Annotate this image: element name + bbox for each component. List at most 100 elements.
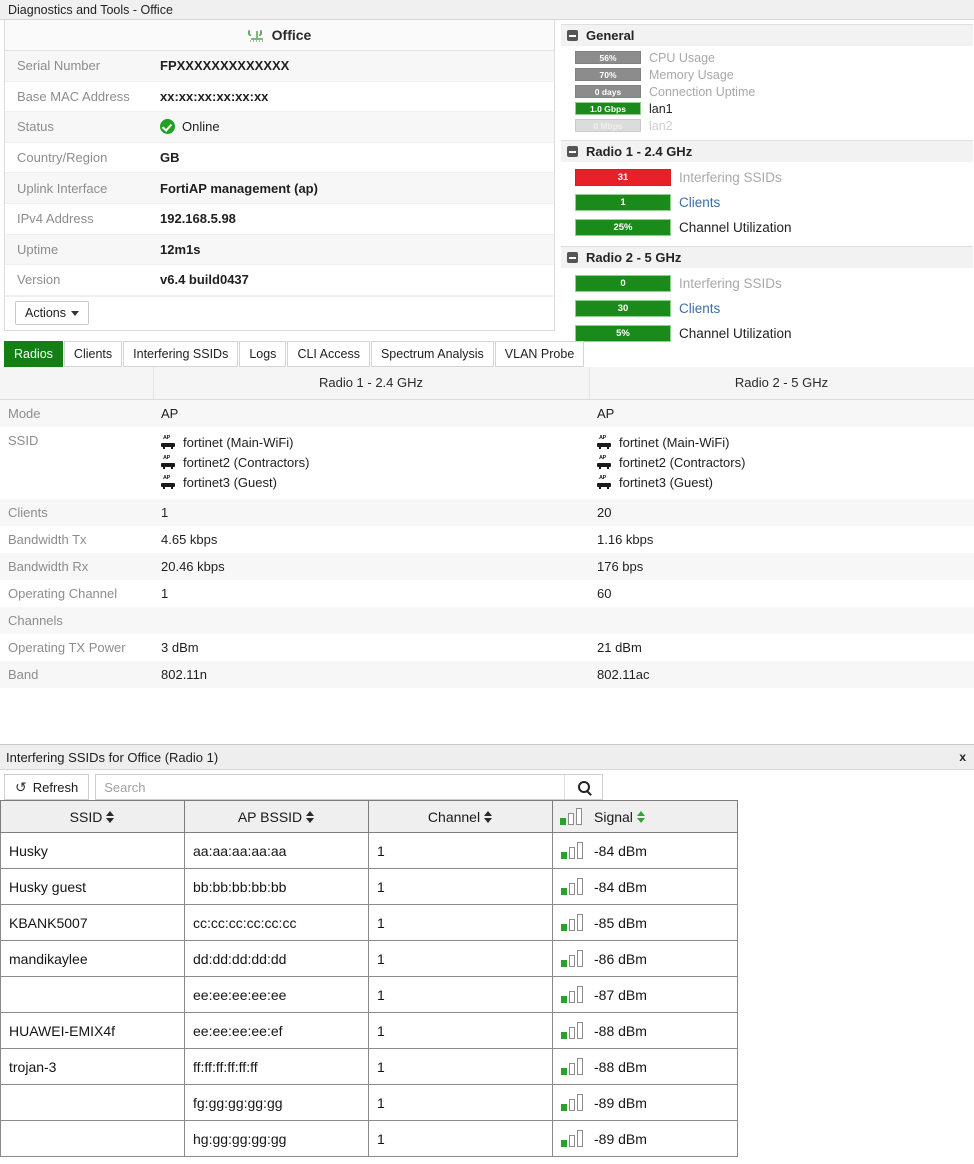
gauge-label: lan1 (649, 102, 673, 116)
cell-channel: 1 (369, 1121, 553, 1157)
gauge-bar: 70% (575, 68, 641, 81)
radios-table-header-row: Radio 1 - 2.4 GHz Radio 2 - 5 GHz (0, 367, 974, 399)
table-row[interactable]: Husky guestbb:bb:bb:bb:bb1-84 dBm (1, 869, 738, 905)
collapse-minus-icon[interactable] (567, 252, 578, 263)
tab-spectrum-analysis[interactable]: Spectrum Analysis (371, 341, 494, 367)
ap-ssid-icon: AP (597, 456, 611, 469)
signal-value: -84 dBm (594, 843, 647, 859)
chevron-down-icon (71, 311, 79, 316)
gauge-bar: 0 days (575, 85, 641, 98)
gauge-bar: 56% (575, 51, 641, 64)
tab-cli-access[interactable]: CLI Access (287, 341, 370, 367)
search-box[interactable] (95, 774, 603, 800)
cell-bssid: cc:cc:cc:cc:cc:cc (185, 905, 369, 941)
sort-arrow-icon[interactable] (106, 811, 115, 823)
device-info-row: Uptime12m1s (5, 235, 554, 266)
gauge-label: Interfering SSIDs (679, 170, 782, 185)
gauge-list: 31Interfering SSIDs1Clients25%Channel Ut… (561, 162, 973, 246)
gauge-row: 70%Memory Usage (575, 67, 973, 82)
signal-value: -88 dBm (594, 1023, 647, 1039)
gauge-bar: 0 (575, 275, 671, 292)
cell-bssid: hg:gg:gg:gg:gg (185, 1121, 369, 1157)
tab-vlan-probe[interactable]: VLAN Probe (495, 341, 584, 367)
signal-value: -88 dBm (594, 1059, 647, 1075)
ssid-entry: APfortinet2 (Contractors) (597, 453, 974, 473)
device-info-label: Version (5, 272, 160, 287)
close-icon[interactable]: x (959, 750, 966, 764)
gauge-list: 56%CPU Usage70%Memory Usage0 daysConnect… (561, 46, 973, 140)
radios-row-value-1: 802.11n (153, 661, 589, 688)
radios-header-radio2: Radio 2 - 5 GHz (589, 367, 974, 399)
interfering-ssids-section: Interfering SSIDs for Office (Radio 1) x… (0, 744, 974, 1157)
collapse-minus-icon[interactable] (567, 146, 578, 157)
tab-radios[interactable]: Radios (4, 341, 63, 367)
table-row[interactable]: KBANK5007cc:cc:cc:cc:cc:cc1-85 dBm (1, 905, 738, 941)
ssid-name: fortinet (Main-WiFi) (183, 433, 294, 453)
radios-row-label: Operating Channel (0, 580, 153, 607)
ap-ssid-icon: AP (161, 456, 175, 469)
table-row[interactable]: HUAWEI-EMIX4fee:ee:ee:ee:ef1-88 dBm (1, 1013, 738, 1049)
ap-ssid-icon: AP (161, 476, 175, 489)
table-row[interactable]: mandikayleedd:dd:dd:dd:dd1-86 dBm (1, 941, 738, 977)
cell-signal: -89 dBm (553, 1121, 738, 1157)
device-info-label: Base MAC Address (5, 89, 160, 104)
gauge-panel-header[interactable]: General (561, 24, 973, 46)
gauge-panel-header[interactable]: Radio 1 - 2.4 GHz (561, 140, 973, 162)
sort-arrow-icon[interactable] (484, 811, 493, 823)
refresh-icon: ↻ (15, 779, 27, 796)
tab-clients[interactable]: Clients (64, 341, 122, 367)
sort-arrow-icon[interactable] (306, 811, 315, 823)
cell-ssid (1, 1121, 185, 1157)
collapse-minus-icon[interactable] (567, 30, 578, 41)
search-button[interactable] (564, 775, 602, 799)
radios-header-radio1: Radio 1 - 2.4 GHz (153, 367, 589, 399)
radios-row-label: Bandwidth Rx (0, 553, 153, 580)
device-info-value-text: v6.4 build0437 (160, 272, 249, 287)
tab-interfering-ssids[interactable]: Interfering SSIDs (123, 341, 238, 367)
gauge-row: 5%Channel Utilization (575, 322, 973, 344)
radios-comparison-table: Radio 1 - 2.4 GHz Radio 2 - 5 GHz Mode AP… (0, 367, 974, 688)
radios-header-blank (0, 367, 153, 399)
radios-row-value-1: 20.46 kbps (153, 553, 589, 580)
signal-value: -86 dBm (594, 951, 647, 967)
gauge-bar: 30 (575, 300, 671, 317)
cell-ssid (1, 1085, 185, 1121)
tab-logs[interactable]: Logs (239, 341, 286, 367)
sort-arrow-icon[interactable] (637, 811, 646, 823)
table-row[interactable]: Huskyaa:aa:aa:aa:aa1-84 dBm (1, 833, 738, 869)
access-point-icon (248, 28, 266, 43)
interfering-column-ap-bssid[interactable]: AP BSSID (185, 801, 369, 833)
actions-button[interactable]: Actions (15, 301, 89, 325)
table-row[interactable]: hg:gg:gg:gg:gg1-89 dBm (1, 1121, 738, 1157)
gauge-row: 1Clients (575, 191, 973, 213)
device-info-row: Base MAC Addressxx:xx:xx:xx:xx:xx (5, 82, 554, 113)
radios-row-value-2: 1.16 kbps (589, 526, 974, 553)
search-input[interactable] (96, 775, 564, 799)
interfering-column-channel[interactable]: Channel (369, 801, 553, 833)
column-header-label: SSID (70, 809, 103, 825)
cell-signal: -87 dBm (553, 977, 738, 1013)
interfering-ssids-table: SSID AP BSSID Channel Signal Huskyaa:aa:aa:… (0, 800, 738, 1157)
table-row[interactable]: fg:gg:gg:gg:gg1-89 dBm (1, 1085, 738, 1121)
ap-ssid-icon: AP (597, 476, 611, 489)
interfering-column-signal[interactable]: Signal (553, 801, 738, 833)
gauge-panel-header[interactable]: Radio 2 - 5 GHz (561, 246, 973, 268)
radios-row-label: Mode (0, 399, 153, 427)
gauge-row: 1.0 Gbpslan1 (575, 101, 973, 116)
cell-bssid: dd:dd:dd:dd:dd (185, 941, 369, 977)
radios-table-row: Operating Channel160 (0, 580, 974, 607)
refresh-button[interactable]: ↻ Refresh (4, 774, 89, 800)
column-header-label: Channel (428, 809, 480, 825)
device-info-label: Uptime (5, 242, 160, 257)
radios-table-row: Bandwidth Rx20.46 kbps176 bps (0, 553, 974, 580)
device-info-rows: Serial NumberFPXXXXXXXXXXXXXBase MAC Add… (5, 51, 554, 296)
interfering-column-ssid[interactable]: SSID (1, 801, 185, 833)
radios-row-label: Clients (0, 499, 153, 526)
table-row[interactable]: trojan-3ff:ff:ff:ff:ff:ff1-88 dBm (1, 1049, 738, 1085)
signal-value: -89 dBm (594, 1095, 647, 1111)
table-row[interactable]: ee:ee:ee:ee:ee1-87 dBm (1, 977, 738, 1013)
actions-button-label: Actions (25, 306, 66, 320)
device-info-value-text: 12m1s (160, 242, 200, 257)
ssid-entry: APfortinet3 (Guest) (597, 473, 974, 493)
gauge-row: 0 daysConnection Uptime (575, 84, 973, 99)
